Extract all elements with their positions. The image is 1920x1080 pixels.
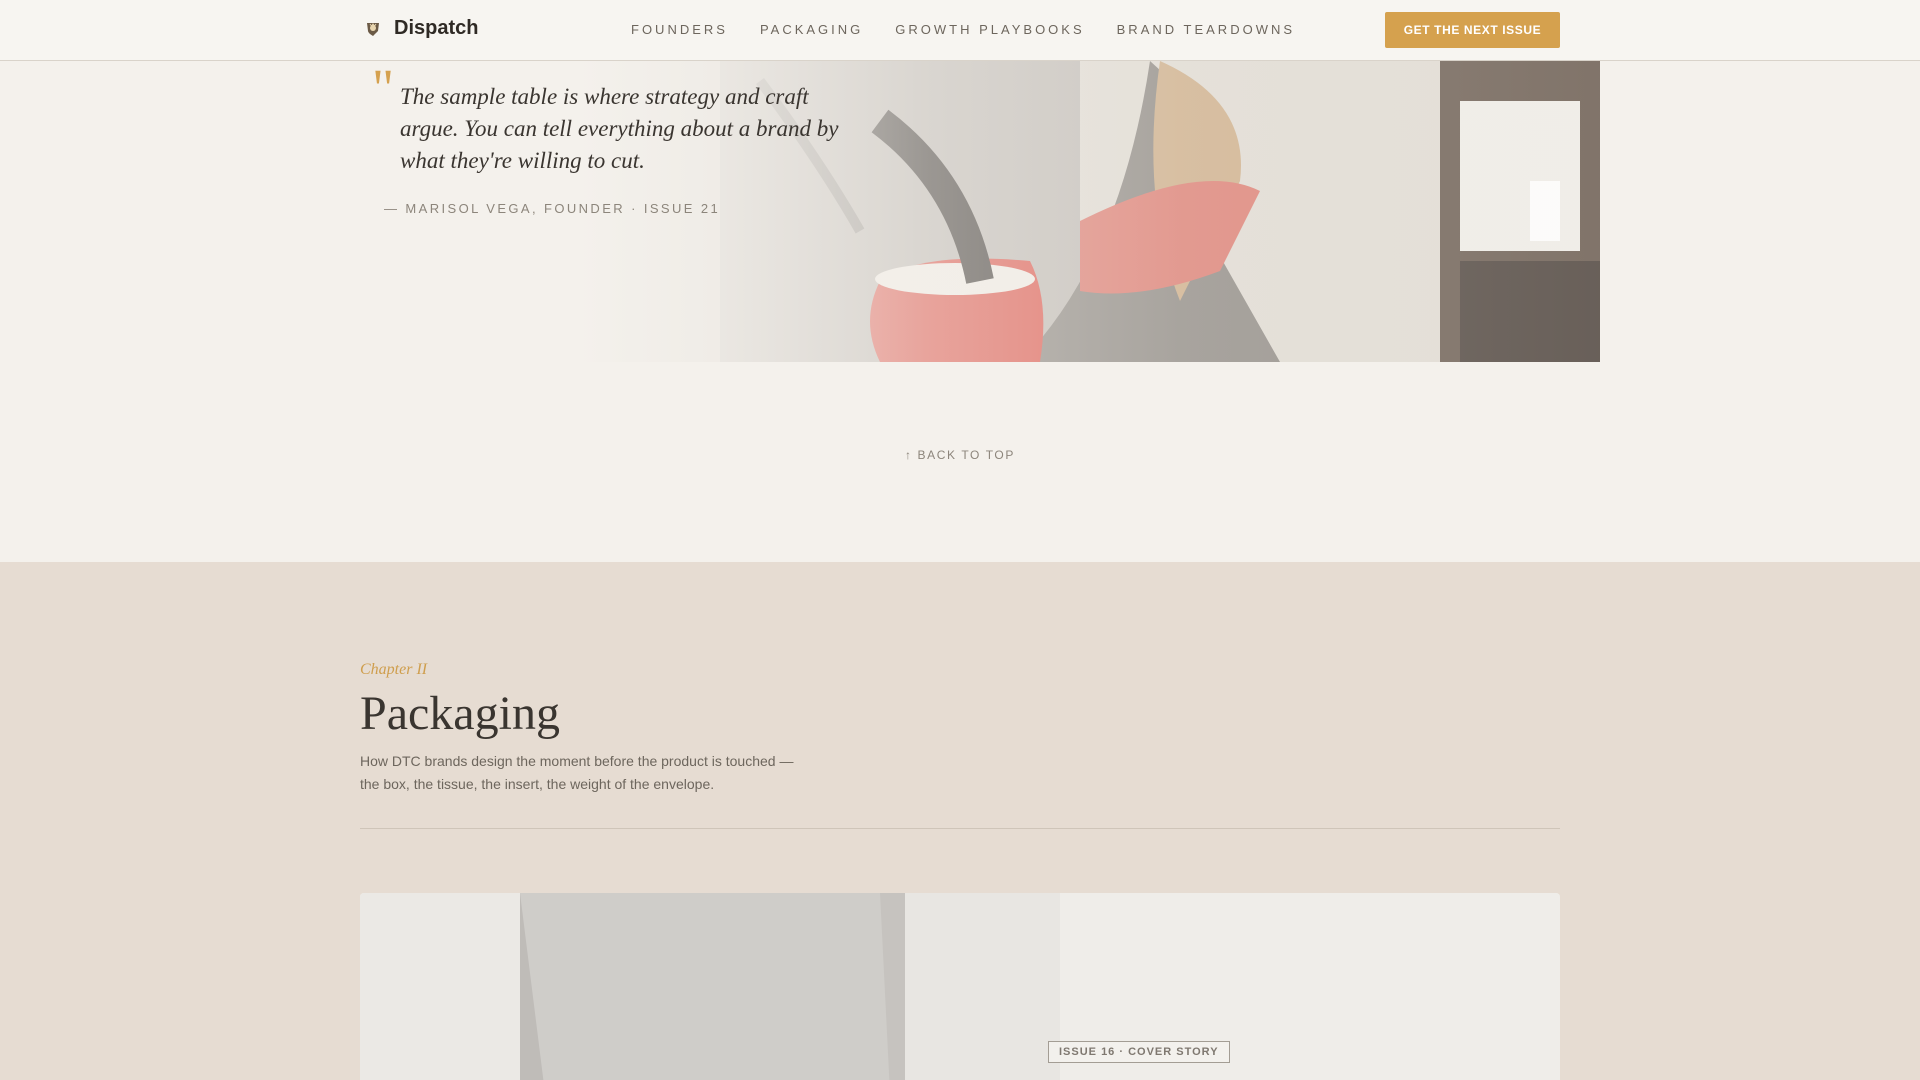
pull-quote-citation: — MARISOL VEGA, FOUNDER · ISSUE 21 [384,201,721,216]
brand-link[interactable]: Dispatch [364,17,478,40]
nav-packaging[interactable]: PACKAGING [760,22,863,37]
chapter-packaging: Chapter II Packaging How DTC brands desi… [0,562,1920,1080]
back-to-top-link[interactable]: ↑ BACK TO TOP [905,448,1015,462]
site-header: Dispatch FOUNDERS PACKAGING GROWTH PLAYB… [0,0,1920,61]
nav-growth-playbooks[interactable]: GROWTH PLAYBOOKS [895,22,1084,37]
brand-name: Dispatch [394,17,479,39]
chapter-title: Packaging [360,687,560,740]
chapter-description: How DTC brands design the moment before … [360,753,794,792]
chapter-divider [360,828,1560,829]
cover-story-badge: ISSUE 16 · COVER STORY [1048,1041,1230,1063]
get-next-issue-button[interactable]: GET THE NEXT ISSUE [1385,12,1560,48]
cover-story-card[interactable]: ISSUE 16 · COVER STORY [360,893,1560,1080]
shield-crest-icon [367,22,379,36]
back-to-top-wrap: ↑ BACK TO TOP [0,446,1920,464]
chapter-kicker: Chapter II [360,661,428,678]
main-nav: FOUNDERS PACKAGING GROWTH PLAYBOOKS BRAN… [631,22,1295,37]
quote-mark-icon: " [372,61,395,118]
pull-quote-text: The sample table is where strategy and c… [400,84,839,173]
cover-story-photo [360,893,1560,1080]
nav-founders[interactable]: FOUNDERS [631,22,728,37]
nav-brand-teardowns[interactable]: BRAND TEARDOWNS [1117,22,1295,37]
pull-quote-hero: " The sample table is where strategy and… [0,61,1920,362]
